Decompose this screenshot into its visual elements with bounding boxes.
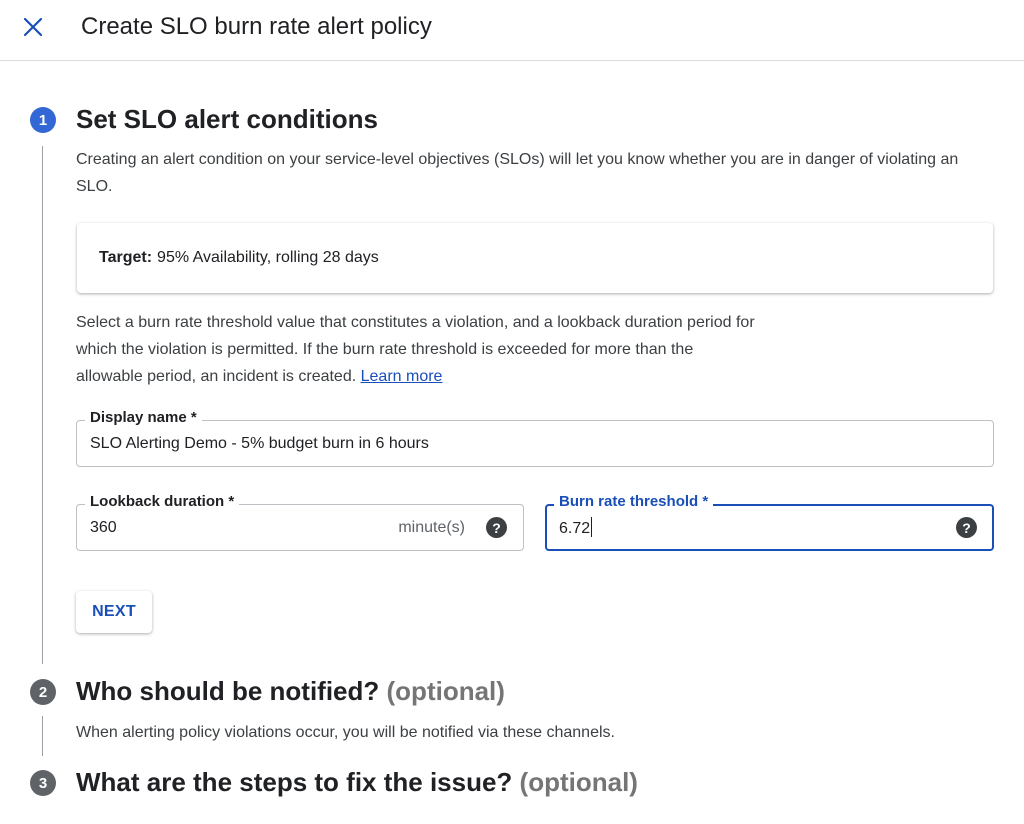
burn-rate-threshold-input[interactable]: 6.72 <box>559 517 593 540</box>
next-button[interactable]: NEXT <box>76 591 152 633</box>
header: Create SLO burn rate alert policy <box>0 0 1024 61</box>
step-2-title[interactable]: Who should be notified? (optional) <box>76 675 505 707</box>
text-caret <box>591 517 593 537</box>
display-name-input[interactable]: SLO Alerting Demo - 5% budget burn in 6 … <box>90 433 429 455</box>
close-button[interactable] <box>18 12 48 42</box>
lookback-duration-field[interactable]: Lookback duration * 360 minute(s) ? <box>76 493 524 551</box>
burn-rate-threshold-field[interactable]: Burn rate threshold * 6.72 ? <box>545 493 994 551</box>
target-value: 95% Availability, rolling 28 days <box>157 249 379 266</box>
page-title: Create SLO burn rate alert policy <box>81 13 432 40</box>
target-label: Target: <box>99 249 153 266</box>
step-2-indicator: 2 <box>30 679 56 705</box>
step-1-indicator: 1 <box>30 107 56 133</box>
step-connector <box>42 146 43 664</box>
step-2-description: When alerting policy violations occur, y… <box>76 724 615 741</box>
learn-more-link[interactable]: Learn more <box>361 368 443 385</box>
target-card: Target: 95% Availability, rolling 28 day… <box>77 223 993 293</box>
step-connector <box>42 716 43 756</box>
instructions: Select a burn rate threshold value that … <box>76 309 756 390</box>
optional-label: (optional) <box>386 676 505 706</box>
optional-label: (optional) <box>519 767 638 797</box>
burn-rate-threshold-label: Burn rate threshold * <box>554 493 714 511</box>
help-icon[interactable]: ? <box>486 517 507 538</box>
lookback-unit: minute(s) <box>398 519 465 536</box>
step-3-title[interactable]: What are the steps to fix the issue? (op… <box>76 766 638 798</box>
help-icon[interactable]: ? <box>956 517 977 538</box>
step-1-title[interactable]: Set SLO alert conditions <box>76 103 378 135</box>
display-name-label: Display name * <box>85 409 202 427</box>
step-1-description: Creating an alert condition on your serv… <box>76 151 959 195</box>
step-3-indicator: 3 <box>30 770 56 796</box>
close-icon <box>23 17 43 37</box>
lookback-duration-input[interactable]: 360 <box>90 517 117 539</box>
lookback-duration-label: Lookback duration * <box>85 493 240 511</box>
display-name-field[interactable]: Display name * SLO Alerting Demo - 5% bu… <box>76 409 994 467</box>
